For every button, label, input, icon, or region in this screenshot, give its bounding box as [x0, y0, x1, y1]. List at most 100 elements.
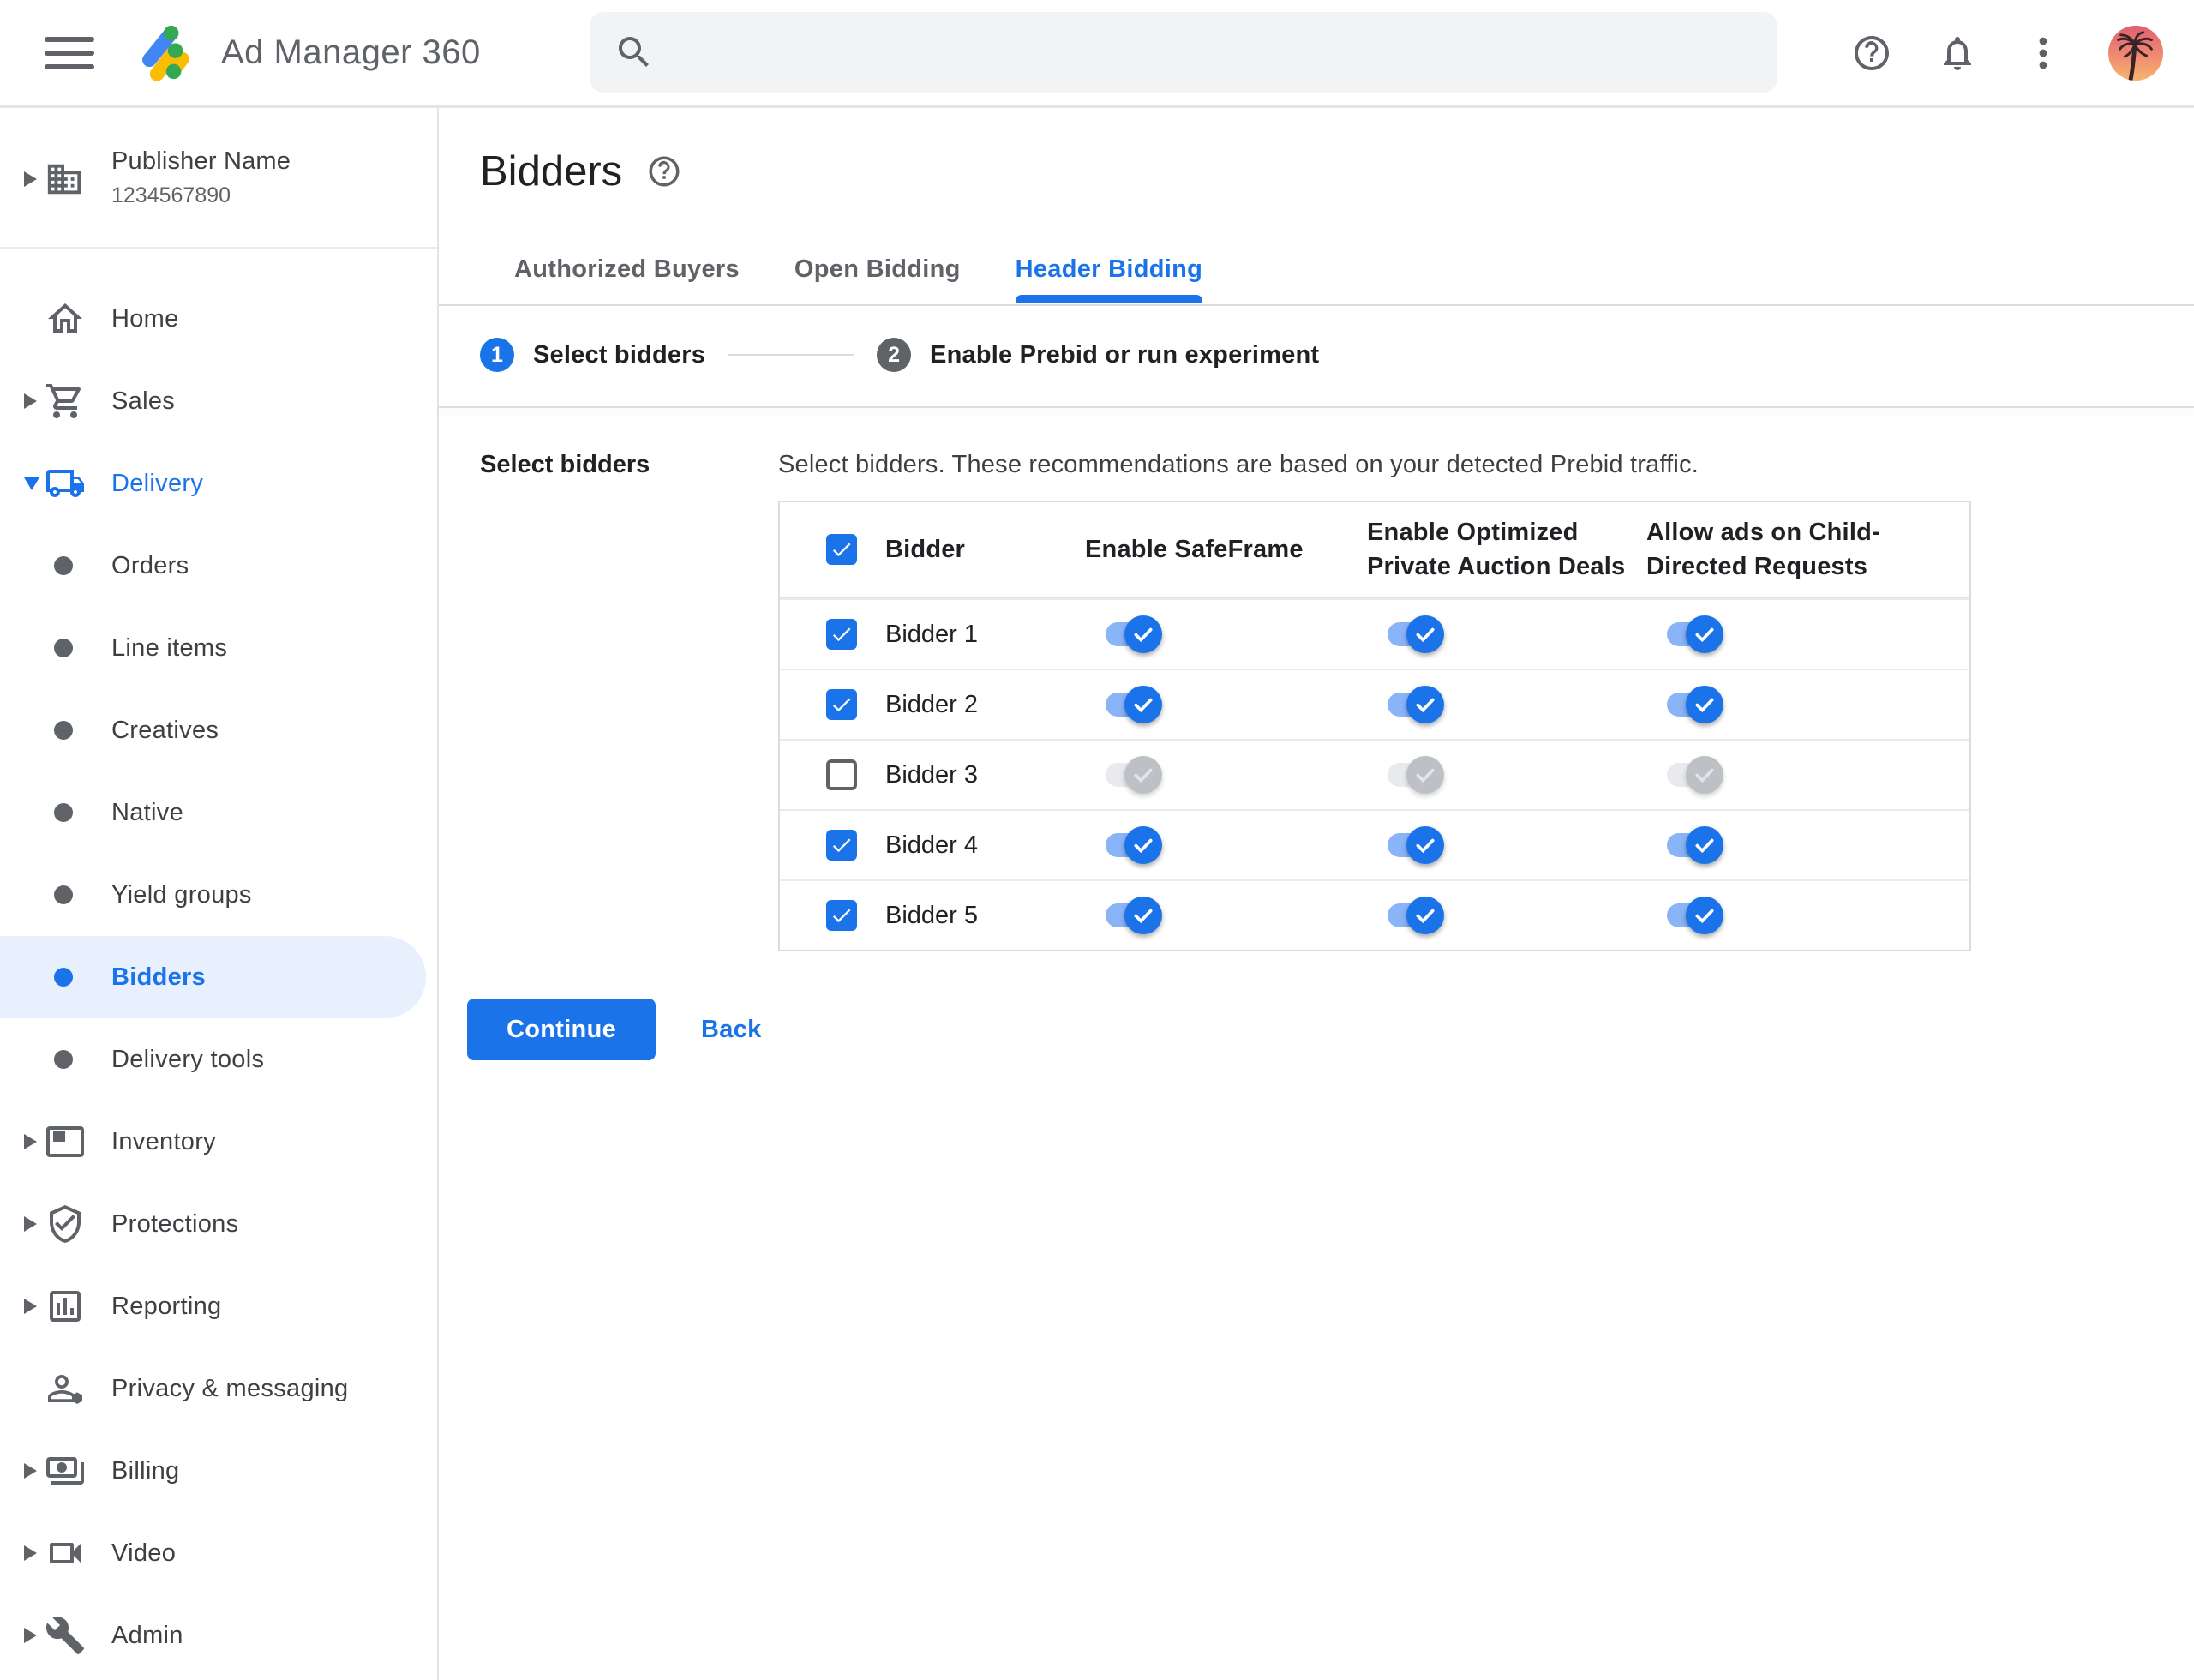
table-header-row: Bidder Enable SafeFrame Enable Optimized… — [780, 502, 1969, 598]
child-directed-toggle[interactable] — [1667, 612, 1727, 657]
column-header-optimized-deals: Enable Optimized Private Auction Deals — [1367, 519, 1626, 580]
sidebar-item-orders[interactable]: Orders — [0, 525, 437, 607]
chevron-right-icon — [24, 1545, 37, 1561]
safeframe-toggle[interactable] — [1106, 682, 1166, 727]
back-button[interactable]: Back — [696, 999, 767, 1060]
sidebar-item-admin[interactable]: Admin — [0, 1594, 437, 1677]
continue-button[interactable]: Continue — [467, 999, 656, 1060]
child-directed-toggle[interactable] — [1667, 682, 1727, 727]
check-icon — [1695, 698, 1714, 713]
row-checkbox[interactable] — [826, 900, 857, 931]
tab-header-bidding[interactable]: Header Bidding — [1015, 255, 1203, 303]
sidebar-item-home[interactable]: Home — [0, 278, 437, 360]
home-icon — [48, 303, 82, 333]
row-checkbox[interactable] — [826, 830, 857, 861]
optimized-deals-toggle[interactable] — [1388, 612, 1448, 657]
chevron-right-icon — [24, 171, 37, 187]
check-icon — [832, 543, 851, 557]
sidebar-item-delivery-tools[interactable]: Delivery tools — [0, 1018, 437, 1101]
search-icon — [619, 37, 649, 67]
nav-list: Home Sales Delivery Orders Line items Cr… — [0, 249, 437, 1677]
sidebar-nav: Publisher Name 1234567890 Home Sales Del… — [0, 108, 439, 1680]
sidebar-item-reporting[interactable]: Reporting — [0, 1265, 437, 1347]
tab-open-bidding[interactable]: Open Bidding — [794, 255, 961, 303]
publisher-account-switcher[interactable]: Publisher Name 1234567890 — [0, 108, 437, 249]
table-row: Bidder 3 — [780, 739, 1969, 809]
building-icon — [47, 164, 81, 195]
help-icon[interactable] — [646, 153, 682, 189]
safeframe-toggle[interactable] — [1106, 753, 1166, 797]
optimized-deals-toggle[interactable] — [1388, 823, 1448, 867]
bar-chart-icon — [50, 1291, 81, 1322]
safeframe-toggle[interactable] — [1106, 893, 1166, 938]
check-icon — [1695, 768, 1714, 783]
sidebar-item-native[interactable]: Native — [0, 771, 437, 854]
sidebar-item-inventory[interactable]: Inventory — [0, 1101, 437, 1183]
chevron-down-icon — [24, 477, 39, 490]
chevron-right-icon — [24, 1299, 37, 1314]
chevron-right-icon — [24, 1628, 37, 1643]
sidebar-item-yield-groups[interactable]: Yield groups — [0, 854, 437, 936]
chevron-right-icon — [24, 1463, 37, 1479]
chevron-right-icon — [24, 1134, 37, 1149]
sidebar-item-bidders[interactable]: Bidders — [0, 936, 426, 1018]
row-checkbox[interactable] — [826, 759, 857, 790]
bullet-icon — [54, 639, 73, 657]
bullet-icon — [54, 721, 73, 740]
more-vertical-icon[interactable] — [2023, 33, 2064, 74]
child-directed-toggle[interactable] — [1667, 893, 1727, 938]
check-icon — [1134, 909, 1153, 924]
bullet-icon — [54, 968, 73, 987]
sidebar-item-protections[interactable]: Protections — [0, 1183, 437, 1265]
topbar-actions — [1851, 0, 2163, 105]
optimized-deals-toggle[interactable] — [1388, 682, 1448, 727]
bidders-table: Bidder Enable SafeFrame Enable Optimized… — [778, 501, 1971, 951]
step-number: 2 — [877, 338, 912, 372]
menu-icon[interactable] — [45, 36, 94, 69]
check-icon — [1695, 627, 1714, 643]
child-directed-toggle[interactable] — [1667, 823, 1727, 867]
app-title: Ad Manager 360 — [221, 33, 481, 71]
optimized-deals-toggle[interactable] — [1388, 753, 1448, 797]
help-icon[interactable] — [1851, 33, 1892, 74]
check-icon — [1134, 627, 1153, 643]
sidebar-item-billing[interactable]: Billing — [0, 1430, 437, 1512]
videocam-icon — [50, 1543, 81, 1563]
step-select-bidders: 1 Select bidders — [480, 338, 705, 372]
select-all-checkbox[interactable] — [826, 534, 857, 565]
sidebar-item-sales[interactable]: Sales — [0, 360, 437, 442]
child-directed-toggle[interactable] — [1667, 753, 1727, 797]
safeframe-toggle[interactable] — [1106, 612, 1166, 657]
bidder-name: Bidder 3 — [885, 760, 979, 789]
check-icon — [1416, 768, 1435, 783]
notifications-bell-icon[interactable] — [1937, 33, 1978, 74]
check-icon — [1695, 909, 1714, 924]
check-icon — [1416, 698, 1435, 713]
sidebar-item-line-items[interactable]: Line items — [0, 607, 437, 689]
bidder-name: Bidder 2 — [885, 690, 979, 718]
sidebar-item-privacy-messaging[interactable]: Privacy & messaging — [0, 1347, 437, 1430]
palm-tree-silhouette — [2117, 30, 2153, 81]
step-enable-prebid: 2 Enable Prebid or run experiment — [877, 338, 1319, 372]
column-header-bidder: Bidder — [885, 536, 966, 563]
sidebar-item-delivery[interactable]: Delivery — [0, 442, 437, 525]
safeframe-toggle[interactable] — [1106, 823, 1166, 867]
avatar[interactable] — [2108, 25, 2163, 81]
check-icon — [1416, 909, 1435, 924]
optimized-deals-toggle[interactable] — [1388, 893, 1448, 938]
check-icon — [1134, 838, 1153, 854]
table-row: Bidder 5 — [780, 879, 1969, 950]
search-bar[interactable] — [590, 12, 1777, 93]
bullet-icon — [54, 1050, 73, 1069]
sidebar-item-video[interactable]: Video — [0, 1512, 437, 1594]
sidebar-item-creatives[interactable]: Creatives — [0, 689, 437, 771]
shopping-cart-icon — [46, 384, 81, 418]
search-input[interactable] — [675, 35, 1753, 69]
check-icon — [1416, 627, 1435, 643]
row-checkbox[interactable] — [826, 689, 857, 720]
section-label: Select bidders — [480, 451, 650, 478]
tab-authorized-buyers[interactable]: Authorized Buyers — [514, 255, 740, 303]
section-description: Select bidders. These recommendations ar… — [778, 451, 1699, 478]
main-content: Bidders Authorized Buyers Open Bidding H… — [439, 108, 2194, 1680]
row-checkbox[interactable] — [826, 619, 857, 650]
